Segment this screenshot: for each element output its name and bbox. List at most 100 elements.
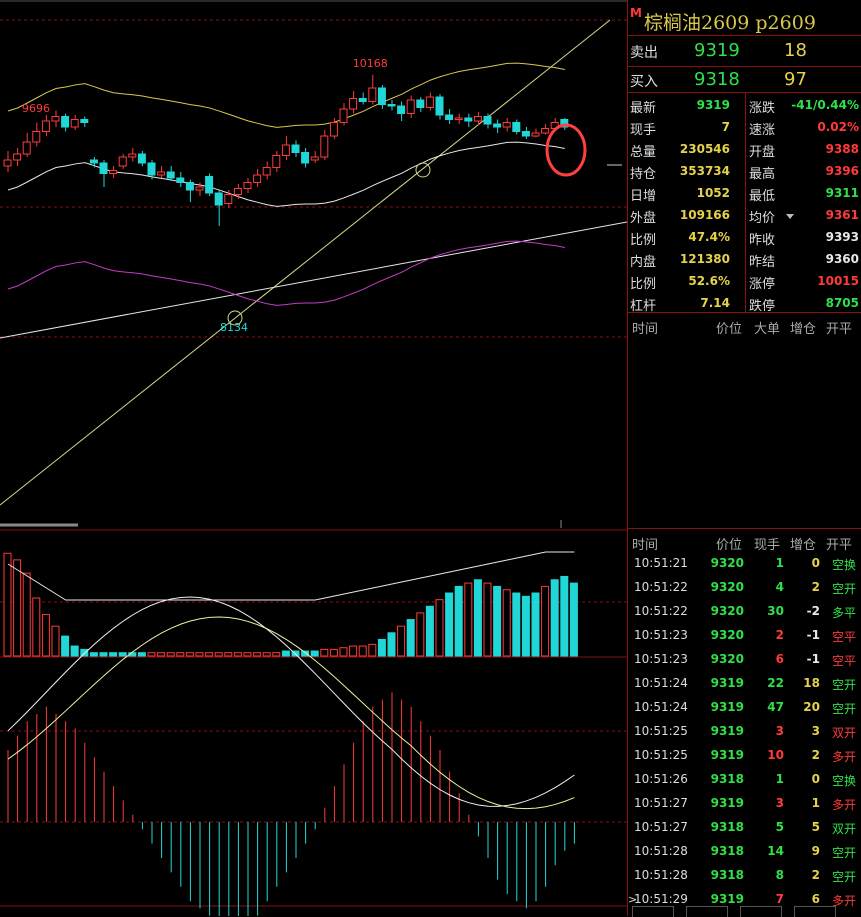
volume-bar [416,612,425,657]
volume-bar [185,652,194,657]
stat-value: 0.02% [817,120,859,134]
stat-label: 均价 [749,211,776,226]
tick-row[interactable]: 10:51:28 9318 14 9 空开 [628,840,861,864]
touch-point-marker [415,162,431,178]
stat-label: 速涨 [749,123,776,138]
tick-type: 空开 [831,870,856,884]
tick-row[interactable]: 10:51:28 9318 8 2 空开 [628,864,861,888]
stat-label: 涨跌 [749,101,776,116]
volume-bar [166,652,175,657]
candle-body [137,153,146,164]
tick-volume: 3 [775,724,784,738]
tick-time: 10:51:24 [634,700,688,714]
candle-body [425,96,434,108]
stats-row: 现手 7 速涨 0.02% [628,116,861,138]
candle-body [272,155,281,168]
stat-value: 1052 [696,186,730,200]
tick-time: 10:51:22 [634,604,688,618]
market-badge: M [630,6,642,20]
candle-body [435,96,444,116]
tick-row[interactable]: 10:51:24 9319 47 20 空开 [628,696,861,720]
tick-row[interactable]: 10:51:23 9320 2 -1 空平 [628,624,861,648]
candle-body [301,152,310,164]
candle-body [80,119,89,123]
stats-row: 杠杆 7.14 跌停 8705 [628,292,861,314]
stat-value: 8705 [825,296,859,310]
bottom-tab[interactable] [740,906,782,917]
tick-row[interactable]: 10:51:22 9320 4 2 空开 [628,576,861,600]
volume-bar [195,652,204,657]
volume-bar [435,599,444,657]
stat-label: 最低 [749,189,776,204]
tick-row[interactable]: 10:51:27 9319 3 1 多开 [628,792,861,816]
dropdown-caret-icon[interactable] [786,214,794,219]
candle-body [147,162,156,176]
stat-label: 昨结 [749,255,776,270]
stats-row: 比例 52.6% 涨停 10015 [628,270,861,292]
quote-panel: M 棕榈油2609 p2609 卖出 9319 18 买入 9318 97 最新… [627,0,861,917]
bid-row[interactable]: 买入 9318 97 [628,67,861,93]
tick-price: 9319 [710,748,744,762]
stat-value: 9311 [825,186,859,200]
tick-header-price: 价位 [716,538,743,553]
bottom-tab[interactable] [632,906,674,917]
left-high-label: 9696 [22,102,50,115]
candle-body [61,116,70,128]
candle-body [233,188,242,195]
stat-value: 9388 [825,142,859,156]
candle-body [521,131,530,137]
candle-body [502,122,511,128]
candle-body [195,186,204,191]
volume-bar [281,650,290,657]
tick-price: 9318 [710,868,744,882]
candle-body [205,176,214,194]
tick-row[interactable]: 10:51:25 9319 10 2 多开 [628,744,861,768]
tick-row[interactable]: 10:51:22 9320 30 -2 多平 [628,600,861,624]
tick-volume: 22 [767,676,784,690]
tick-time: 10:51:26 [634,772,688,786]
tick-row[interactable]: 10:51:23 9320 6 -1 空平 [628,648,861,672]
volume-bar [550,579,559,657]
candle-body [253,174,262,183]
bottom-tab[interactable] [794,906,836,917]
volume-bar [99,652,108,657]
tick-row[interactable]: 10:51:25 9319 3 3 双开 [628,720,861,744]
volume-bar [531,592,540,657]
tick-volume: 14 [767,844,784,858]
stats-row: 最新 9319 涨跌 -41/0.44% [628,94,861,116]
stat-value: 7 [721,120,730,134]
bottom-tabs[interactable] [628,906,861,917]
bottom-tab[interactable] [686,906,728,917]
ask-volume: 18 [784,40,807,61]
tick-time: 10:51:23 [634,652,688,666]
kline-chart-area[interactable]: 10168 9696 8134 [0,0,627,916]
tick-type: 空平 [831,654,856,668]
instrument-title[interactable]: 棕榈油2609 p2609 [644,8,816,35]
volume-bar [483,582,492,657]
stat-label: 持仓 [630,167,657,182]
stat-label: 涨停 [749,277,776,292]
tick-oi-change: 5 [811,820,820,834]
candle-body [397,105,406,114]
tick-price: 9319 [710,700,744,714]
boll-lower-band [7,240,565,306]
volume-bar [157,652,166,657]
stat-label: 内盘 [630,255,657,270]
tick-row[interactable]: 10:51:21 9320 1 0 空换 [628,552,861,576]
tick-price: 9319 [710,892,744,906]
tick-row[interactable]: 10:51:26 9318 1 0 空换 [628,768,861,792]
volume-bar [147,652,156,657]
tick-time: 10:51:27 [634,796,688,810]
ask-label: 卖出 [630,45,658,61]
big-order-header: 时间 价位 大单 增仓 开平 [628,316,861,337]
divider [628,35,861,36]
ask-row[interactable]: 卖出 9319 18 [628,38,861,64]
candle-body [349,98,358,110]
volume-bar [521,595,530,657]
tick-row[interactable]: 10:51:27 9318 5 5 双开 [628,816,861,840]
kline-chart-svg[interactable]: 10168 9696 8134 [0,0,627,916]
volume-bar [89,652,98,657]
candle-body [387,104,396,107]
volume-bar [137,652,146,657]
tick-row[interactable]: 10:51:24 9319 22 18 空开 [628,672,861,696]
